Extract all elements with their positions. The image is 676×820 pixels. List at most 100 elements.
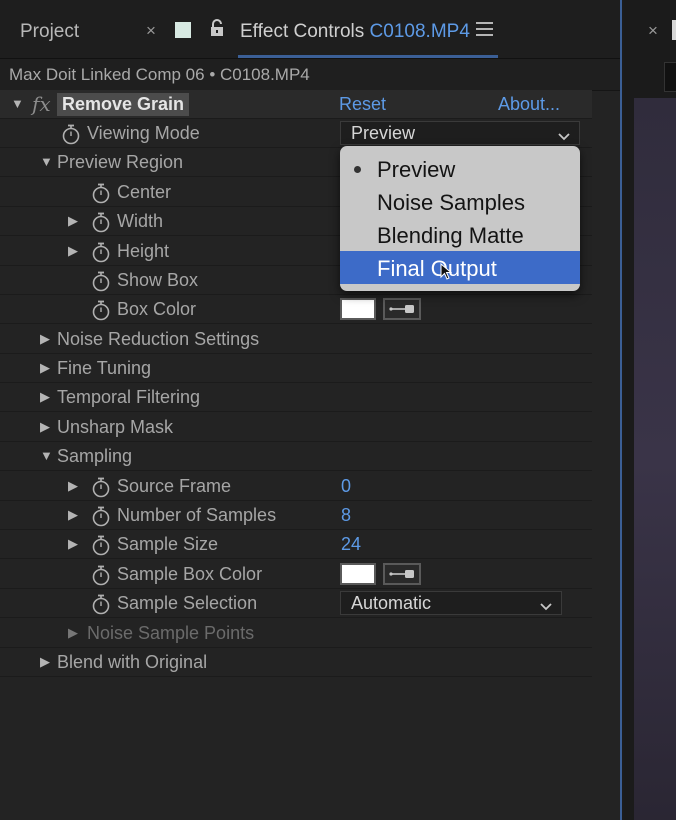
effect-controls-panel: Project × Effect Controls C0108.MP4 Max … [0, 0, 622, 820]
expand-triangle-icon[interactable]: ▶ [40, 654, 50, 670]
tab-effect-controls-label: Effect Controls [240, 21, 365, 42]
composition-path[interactable]: Max Doit Linked Comp 06 • C0108.MP4 [9, 65, 310, 85]
group-row-unsharp-mask[interactable]: ▶ Unsharp Mask [0, 413, 592, 442]
property-label: Width [117, 211, 164, 231]
property-label: Sample Box Color [117, 564, 263, 584]
sample-size-value[interactable]: 24 [341, 534, 361, 555]
tab-effect-controls-clip: C0108.MP4 [369, 21, 470, 42]
effect-name[interactable]: Remove Grain [57, 93, 190, 116]
tab-effect-controls[interactable]: Effect Controls C0108.MP4 [240, 21, 470, 43]
dropdown-option-preview[interactable]: Preview [340, 152, 580, 185]
panel-tab-bar: Project × Effect Controls C0108.MP4 [0, 0, 620, 59]
group-label: Unsharp Mask [57, 417, 174, 437]
stopwatch-icon[interactable] [91, 241, 111, 263]
eyedropper-icon[interactable] [383, 563, 421, 585]
group-row-sampling[interactable]: ▼ Sampling [0, 442, 592, 471]
dropdown-option-noise-samples[interactable]: Noise Samples [340, 185, 580, 218]
property-row-sample-selection: Sample Selection Automatic [0, 589, 592, 618]
property-label: Source Frame [117, 476, 232, 496]
dropdown-option-blending-matte[interactable]: Blending Matte [340, 218, 580, 251]
property-row-number-of-samples: ▶ Number of Samples 8 [0, 501, 592, 530]
number-of-samples-value[interactable]: 8 [341, 505, 351, 526]
collapse-triangle-icon[interactable]: ▼ [40, 448, 53, 463]
lock-icon[interactable] [210, 19, 224, 37]
effect-row-remove-grain[interactable]: ▼ fx Remove Grain Reset About... [0, 90, 592, 119]
stopwatch-icon[interactable] [91, 270, 111, 292]
collapse-triangle-icon[interactable]: ▼ [40, 154, 53, 169]
reset-link[interactable]: Reset [339, 94, 386, 115]
viewing-mode-dropdown-menu: Preview Noise Samples Blending Matte Fin… [340, 146, 580, 291]
sample-box-color-swatch[interactable] [340, 563, 376, 585]
stopwatch-icon[interactable] [61, 123, 81, 145]
group-label: Noise Reduction Settings [57, 329, 260, 349]
group-label: Sampling [57, 446, 133, 466]
group-label: Temporal Filtering [57, 387, 201, 407]
dropdown-option-label: Final Output [377, 256, 497, 281]
about-link[interactable]: About... [498, 94, 560, 115]
expand-triangle-icon[interactable]: ▶ [40, 331, 50, 347]
label-color-swatch[interactable] [175, 22, 191, 38]
group-label: Noise Sample Points [87, 623, 255, 643]
stopwatch-icon[interactable] [91, 593, 111, 615]
mouse-cursor-icon [440, 262, 453, 281]
close-tab-icon[interactable]: × [648, 21, 658, 41]
source-frame-value[interactable]: 0 [341, 476, 351, 497]
property-label: Show Box [117, 270, 199, 290]
dropdown-option-final-output[interactable]: Final Output [340, 251, 580, 284]
group-label: Preview Region [57, 152, 184, 172]
expand-triangle-icon: ▶ [68, 625, 78, 640]
stopwatch-icon[interactable] [91, 476, 111, 498]
property-row-viewing-mode: Viewing Mode Preview [0, 119, 592, 148]
expand-triangle-icon[interactable]: ▶ [68, 536, 78, 552]
group-row-fine-tuning[interactable]: ▶ Fine Tuning [0, 354, 592, 383]
chevron-down-icon [539, 596, 553, 611]
expand-triangle-icon[interactable]: ▶ [40, 389, 50, 405]
expand-triangle-icon[interactable]: ▶ [68, 213, 78, 229]
box-color-swatch[interactable] [340, 298, 376, 320]
composition-header: Max Doit Linked Comp 06 • C0108.MP4 [0, 59, 620, 91]
property-row-source-frame: ▶ Source Frame 0 [0, 472, 592, 501]
property-label: Center [117, 182, 172, 202]
property-label: Height [117, 241, 170, 261]
expand-triangle-icon[interactable]: ▶ [68, 507, 78, 523]
property-row-sample-size: ▶ Sample Size 24 [0, 530, 592, 559]
close-tab-icon[interactable]: × [146, 21, 156, 41]
chevron-down-icon [557, 126, 571, 141]
viewer-control[interactable] [664, 62, 676, 92]
composition-viewer[interactable] [634, 98, 676, 820]
group-row-noise-sample-points: ▶ Noise Sample Points [0, 619, 592, 648]
collapse-triangle-icon[interactable]: ▼ [11, 96, 24, 111]
sample-selection-select[interactable]: Automatic [340, 591, 562, 615]
dropdown-option-label: Blending Matte [377, 223, 524, 248]
tab-project[interactable]: Project [20, 21, 79, 43]
dropdown-option-label: Noise Samples [377, 190, 525, 215]
composition-viewer-panel: × [624, 0, 676, 820]
expand-triangle-icon[interactable]: ▶ [68, 478, 78, 494]
eyedropper-icon[interactable] [383, 298, 421, 320]
group-row-temporal-filtering[interactable]: ▶ Temporal Filtering [0, 383, 592, 412]
group-row-blend-with-original[interactable]: ▶ Blend with Original [0, 648, 592, 677]
group-label: Blend with Original [57, 652, 208, 672]
property-label: Box Color [117, 299, 197, 319]
group-label: Fine Tuning [57, 358, 152, 378]
expand-triangle-icon[interactable]: ▶ [40, 419, 50, 435]
group-row-noise-reduction-settings[interactable]: ▶ Noise Reduction Settings [0, 325, 592, 354]
stopwatch-icon[interactable] [91, 564, 111, 586]
composition-tab[interactable] [672, 20, 676, 40]
dropdown-option-label: Preview [377, 157, 456, 182]
stopwatch-icon[interactable] [91, 505, 111, 527]
viewing-mode-value: Preview [351, 123, 416, 143]
stopwatch-icon[interactable] [91, 534, 111, 556]
property-label: Sample Selection [117, 593, 258, 613]
panel-menu-icon[interactable] [476, 22, 493, 36]
stopwatch-icon[interactable] [91, 211, 111, 233]
active-tab-indicator [238, 55, 498, 58]
property-row-box-color: Box Color [0, 295, 592, 324]
viewing-mode-select[interactable]: Preview [340, 121, 580, 145]
selected-bullet-icon [354, 166, 361, 173]
fx-toggle-icon[interactable]: fx [32, 92, 51, 116]
stopwatch-icon[interactable] [91, 299, 111, 321]
stopwatch-icon[interactable] [91, 182, 111, 204]
expand-triangle-icon[interactable]: ▶ [40, 360, 50, 376]
expand-triangle-icon[interactable]: ▶ [68, 243, 78, 259]
